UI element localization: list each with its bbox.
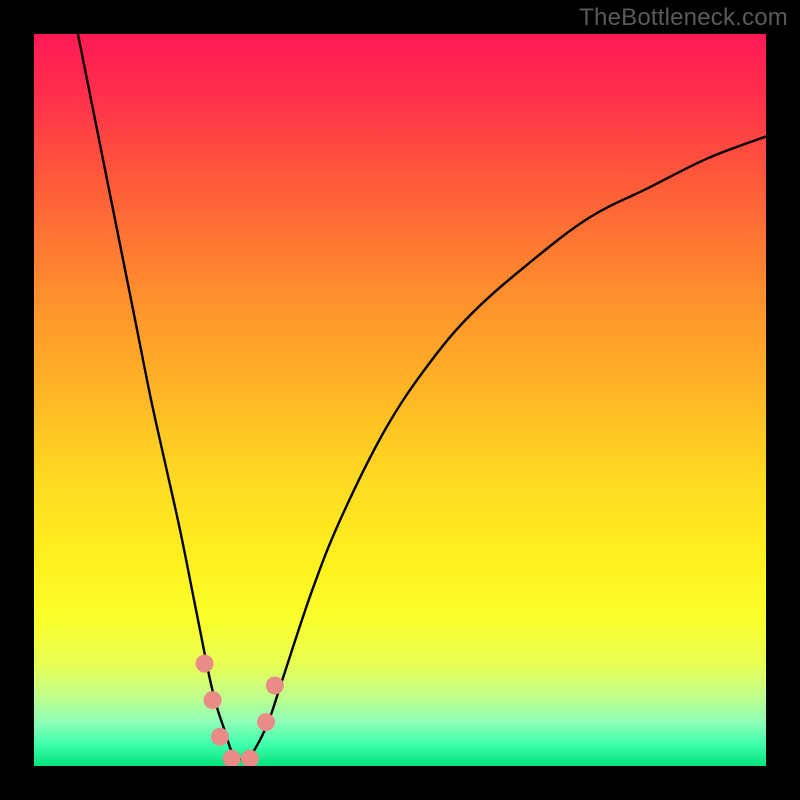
curve-dots-2 [211,728,229,746]
curve-dots-3 [223,750,241,766]
watermark-text: TheBottleneck.com [579,4,788,32]
curve-dots-0 [196,655,214,673]
bottleneck-curve [34,34,766,766]
curve-dots-1 [204,691,222,709]
plot-area [34,34,766,766]
curve-dots-4 [241,750,259,766]
series-bottleneck-curve [78,34,766,760]
curve-dots-6 [266,676,284,694]
image-frame: TheBottleneck.com [0,0,800,800]
curve-dots-5 [257,713,275,731]
